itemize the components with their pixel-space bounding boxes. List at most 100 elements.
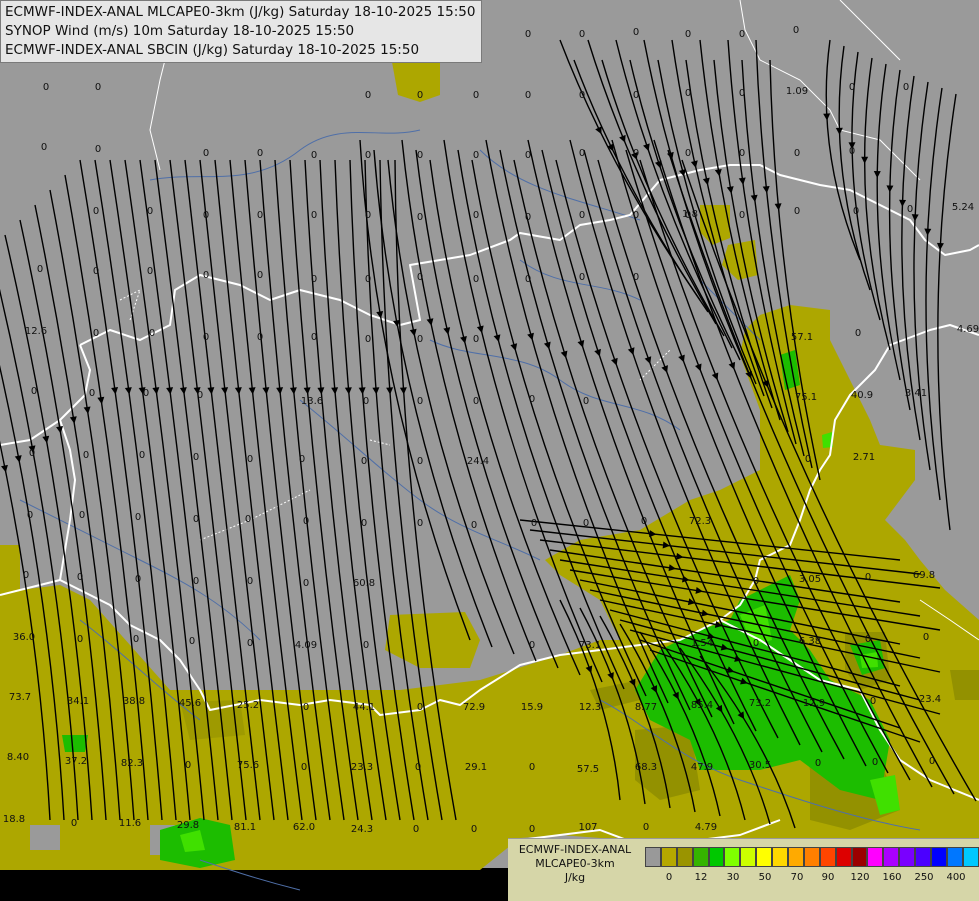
cin-value-label: 0 — [583, 396, 589, 407]
cin-value-label: 0 — [23, 570, 29, 581]
cin-value-label: 0 — [299, 454, 305, 465]
cin-value-label: 0 — [43, 82, 49, 93]
cin-value-label: 0 — [473, 210, 479, 221]
cin-value-label: 1.54 — [691, 638, 713, 649]
legend-swatch — [947, 847, 963, 867]
legend-swatch — [883, 847, 899, 867]
cin-value-label: 0 — [95, 144, 101, 155]
legend-swatch — [867, 847, 883, 867]
cin-value-label: 0 — [794, 206, 800, 217]
cin-value-label: 0 — [135, 512, 141, 523]
cin-value-label: 0 — [739, 88, 745, 99]
cin-value-label: 0 — [93, 266, 99, 277]
cin-value-label: 0 — [77, 572, 83, 583]
cin-value-label: 0 — [303, 578, 309, 589]
legend-tick-label: 400 — [946, 872, 965, 883]
cin-value-label: 23.4 — [919, 694, 941, 705]
cin-value-label: 0 — [525, 29, 531, 40]
cin-value-label: 0 — [753, 638, 759, 649]
cin-value-label: 5.24 — [952, 202, 974, 213]
cin-value-label: 0 — [149, 328, 155, 339]
cin-value-label: 0 — [41, 142, 47, 153]
cin-value-label: 0 — [203, 148, 209, 159]
cin-value-label: 0 — [753, 576, 759, 587]
cin-value-label: 0 — [79, 510, 85, 521]
legend-swatch — [709, 847, 725, 867]
cin-value-label: 0 — [685, 148, 691, 159]
cin-value-label: 47.9 — [691, 762, 713, 773]
cin-value-label: 0 — [531, 518, 537, 529]
cin-value-label: 0 — [413, 824, 419, 835]
cin-value-label: 0 — [361, 456, 367, 467]
cin-value-label: 0 — [257, 270, 263, 281]
cin-value-label: 73.7 — [9, 692, 31, 703]
cin-value-label: 0 — [37, 264, 43, 275]
cin-value-label: 12.3 — [579, 702, 601, 713]
cin-value-label: 0 — [29, 448, 35, 459]
legend-swatches — [645, 847, 979, 869]
cin-value-label: 57.5 — [577, 764, 599, 775]
legend-swatch — [661, 847, 677, 867]
cin-value-label: 0 — [93, 328, 99, 339]
cin-value-label: 0 — [143, 388, 149, 399]
cin-value-label: 81.1 — [234, 822, 256, 833]
cin-value-label: 0 — [185, 760, 191, 771]
cin-value-label: 0 — [133, 634, 139, 645]
cin-value-label: 0 — [633, 148, 639, 159]
cin-value-label: 0 — [203, 270, 209, 281]
cin-value-label: 29.8 — [177, 820, 199, 831]
cin-value-label: 0 — [27, 510, 33, 521]
cin-value-label: 0 — [417, 456, 423, 467]
cin-value-label: 0 — [361, 518, 367, 529]
cin-value-label: 0 — [363, 396, 369, 407]
cin-value-label: 0 — [311, 274, 317, 285]
cin-value-label: 6.38 — [799, 636, 821, 647]
legend-swatch — [836, 847, 852, 867]
cin-value-label: 1.8 — [682, 209, 698, 220]
cin-value-label: 0 — [417, 518, 423, 529]
cin-value-label: 0 — [247, 576, 253, 587]
cin-value-label: 0 — [473, 90, 479, 101]
cin-value-label: 2.71 — [853, 452, 875, 463]
cin-value-label: 0 — [633, 210, 639, 221]
cin-value-label: 4.09 — [295, 640, 317, 651]
cin-value-label: 0 — [849, 146, 855, 157]
cin-value-label: 15.9 — [521, 702, 543, 713]
cin-value-label: 0 — [579, 29, 585, 40]
cin-value-label: 0 — [865, 572, 871, 583]
cin-value-label: 37.2 — [65, 756, 87, 767]
legend-swatch — [915, 847, 931, 867]
cin-value-label: 57.1 — [791, 332, 813, 343]
cin-value-label: 0 — [529, 824, 535, 835]
weather-map: 0000000000000000001.09000000000000000000… — [0, 0, 979, 900]
cin-value-label: 75.1 — [795, 392, 817, 403]
legend-swatch — [899, 847, 915, 867]
cin-value-label: 69.8 — [913, 570, 935, 581]
header-line-mlcape: ECMWF-INDEX-ANAL MLCAPE0-3km (J/kg) Satu… — [5, 3, 477, 22]
cin-value-label: 0 — [197, 390, 203, 401]
cin-value-label: 24.4 — [467, 456, 489, 467]
cin-value-label: 0 — [579, 272, 585, 283]
cin-value-label: 73.1 — [579, 640, 601, 651]
cin-value-label: 36.0 — [13, 632, 35, 643]
legend-tick-label: 30 — [727, 872, 740, 883]
cin-value-label: 0 — [139, 450, 145, 461]
cin-value-label: 13.6 — [301, 396, 323, 407]
cin-value-label: 0 — [417, 150, 423, 161]
legend-swatch — [740, 847, 756, 867]
cin-value-label: 0 — [529, 762, 535, 773]
cin-value-label: 0 — [189, 636, 195, 647]
cin-value-label: 0 — [849, 82, 855, 93]
cin-value-label: 0 — [417, 334, 423, 345]
cin-value-label: 0 — [923, 632, 929, 643]
map-header: ECMWF-INDEX-ANAL MLCAPE0-3km (J/kg) Satu… — [0, 0, 482, 63]
cin-value-label: 24.3 — [351, 824, 373, 835]
cin-value-label: 12.9 — [803, 698, 825, 709]
cin-value-label: 0 — [870, 696, 876, 707]
cin-value-label: 0 — [363, 640, 369, 651]
cin-value-label: 11.6 — [119, 818, 141, 829]
cin-value-label: 4.69 — [957, 324, 979, 335]
cin-value-label: 0 — [365, 274, 371, 285]
legend-ticks: 01230507090120160250400 — [645, 872, 978, 886]
cin-value-label: 0 — [95, 82, 101, 93]
